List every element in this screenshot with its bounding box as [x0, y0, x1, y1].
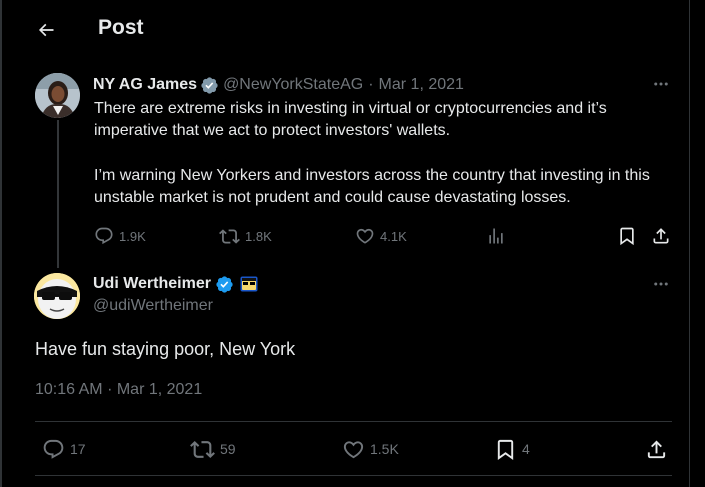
views-button[interactable] [486, 224, 506, 248]
tweet-date: Mar 1, 2021 [116, 381, 203, 398]
reply-icon [43, 439, 64, 459]
like-button[interactable]: 1.5K [342, 437, 399, 461]
heart-icon [356, 228, 374, 244]
divider [35, 421, 672, 422]
repost-button[interactable]: 1.8K [219, 224, 272, 248]
bookmark-button[interactable]: 4 [494, 437, 530, 461]
avatar[interactable] [34, 273, 80, 319]
author-handle[interactable]: @udiWertheimer [93, 297, 213, 315]
share-icon [653, 228, 669, 244]
reply-count: 1.9K [119, 228, 146, 244]
parent-tweet-actions: 1.9K 1.8K 4.1K [0, 224, 689, 248]
back-button[interactable] [32, 16, 60, 44]
author-handle[interactable]: @NewYorkStateAG [223, 76, 363, 94]
divider [35, 475, 672, 476]
page-header: Post [0, 0, 689, 60]
profile-cartoon-icon [34, 273, 80, 319]
arrow-left-icon [38, 23, 54, 37]
bookmark-count: 4 [522, 441, 530, 457]
reply-count: 17 [70, 441, 86, 457]
profile-photo-icon [35, 73, 80, 118]
blue-verified-badge-icon[interactable] [215, 275, 234, 294]
tweet-text-paragraph: There are extreme risks in investing in … [94, 100, 607, 139]
share-icon [647, 439, 666, 458]
more-icon [654, 282, 668, 286]
reply-button[interactable]: 1.9K [94, 224, 146, 248]
affiliate-badge-icon[interactable] [240, 276, 258, 292]
repost-icon [219, 228, 240, 244]
views-icon [489, 228, 503, 244]
repost-icon [190, 440, 215, 458]
gray-verified-badge-icon[interactable] [200, 76, 219, 95]
repost-count: 59 [220, 441, 236, 457]
more-icon [654, 82, 668, 86]
repost-button[interactable]: 59 [190, 437, 236, 461]
like-button[interactable]: 4.1K [355, 224, 407, 248]
like-count: 1.5K [370, 441, 399, 457]
main-tweet-header: Udi Wertheimer [93, 273, 258, 295]
more-options-button[interactable] [651, 274, 671, 294]
scrollbar[interactable] [690, 0, 705, 487]
separator-dot: · [368, 76, 374, 93]
more-options-button[interactable] [651, 74, 671, 94]
repost-count: 1.8K [245, 228, 272, 244]
tweet-text: Have fun staying poor, New York [35, 339, 296, 359]
tweet-time: 10:16 AM [35, 381, 103, 398]
share-button[interactable] [645, 437, 668, 461]
parent-tweet-header: NY AG James @NewYorkStateAG · Mar 1, 202… [93, 74, 464, 96]
bookmark-icon [620, 227, 634, 246]
separator-dot: · [107, 381, 113, 398]
share-button[interactable] [651, 224, 671, 248]
tweet-timestamp[interactable]: 10:16 AM · Mar 1, 2021 [35, 381, 202, 399]
page-title: Post [98, 16, 144, 39]
reply-button[interactable]: 17 [42, 437, 86, 461]
like-count: 4.1K [380, 228, 407, 244]
tweet-date[interactable]: Mar 1, 2021 [379, 76, 464, 94]
heart-icon [343, 440, 364, 458]
tweet-text-paragraph: I’m warning New Yorkers and investors ac… [94, 167, 650, 206]
author-name[interactable]: NY AG James [93, 76, 197, 94]
reply-icon [95, 227, 113, 245]
author-name[interactable]: Udi Wertheimer [93, 275, 211, 293]
avatar[interactable] [35, 73, 80, 118]
bookmark-icon [497, 439, 514, 460]
bookmark-button[interactable] [617, 224, 637, 248]
